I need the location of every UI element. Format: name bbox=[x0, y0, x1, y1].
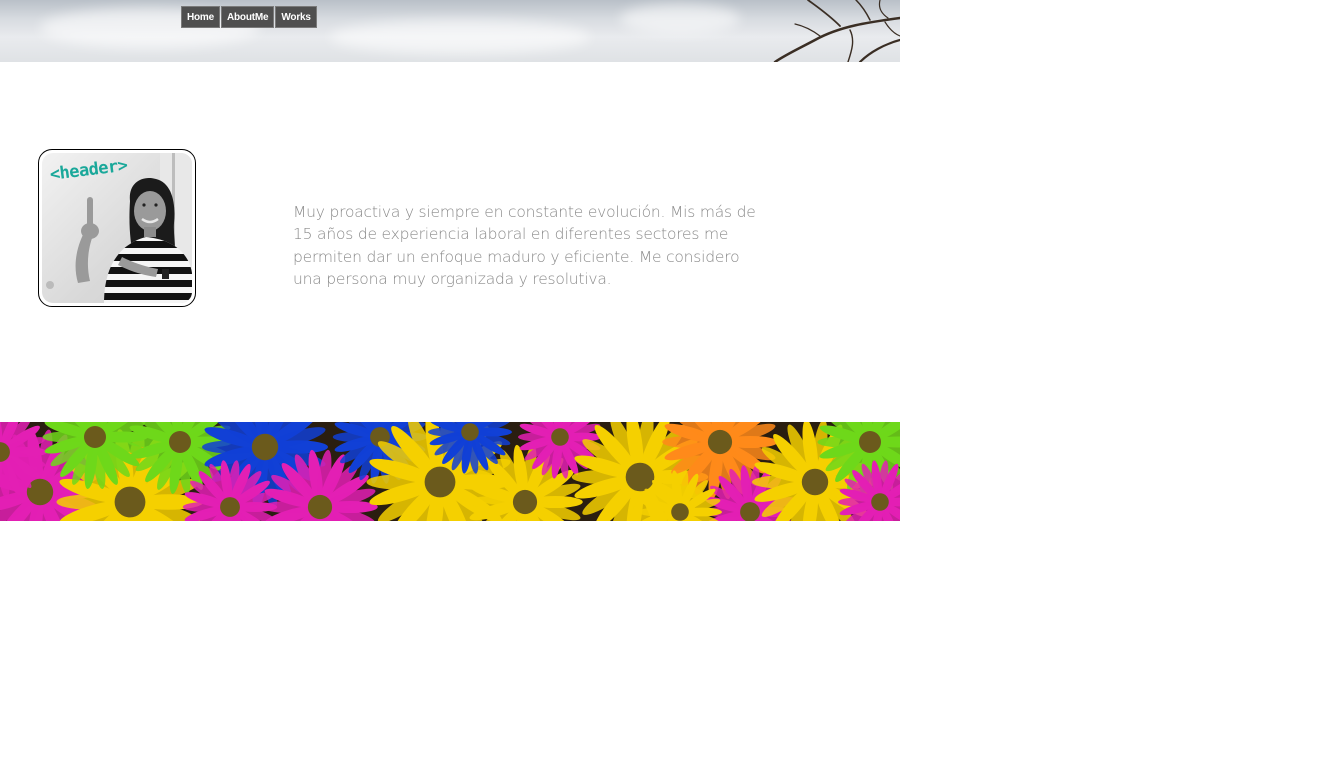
profile-photo-frame: <header> bbox=[38, 149, 196, 307]
nav-works[interactable]: Works bbox=[275, 6, 317, 28]
branches-icon bbox=[773, 0, 900, 62]
header-banner-image bbox=[0, 0, 900, 62]
page: Home AboutMe Works <header> Muy proactiv… bbox=[0, 0, 900, 776]
nav-aboutme[interactable]: AboutMe bbox=[220, 6, 275, 28]
profile-photo: <header> bbox=[42, 153, 192, 303]
flower-banner-image bbox=[0, 422, 900, 521]
about-description: Muy proactiva y siempre en constante evo… bbox=[293, 202, 756, 289]
main-nav: Home AboutMe Works bbox=[181, 6, 317, 28]
nav-home[interactable]: Home bbox=[181, 6, 220, 28]
